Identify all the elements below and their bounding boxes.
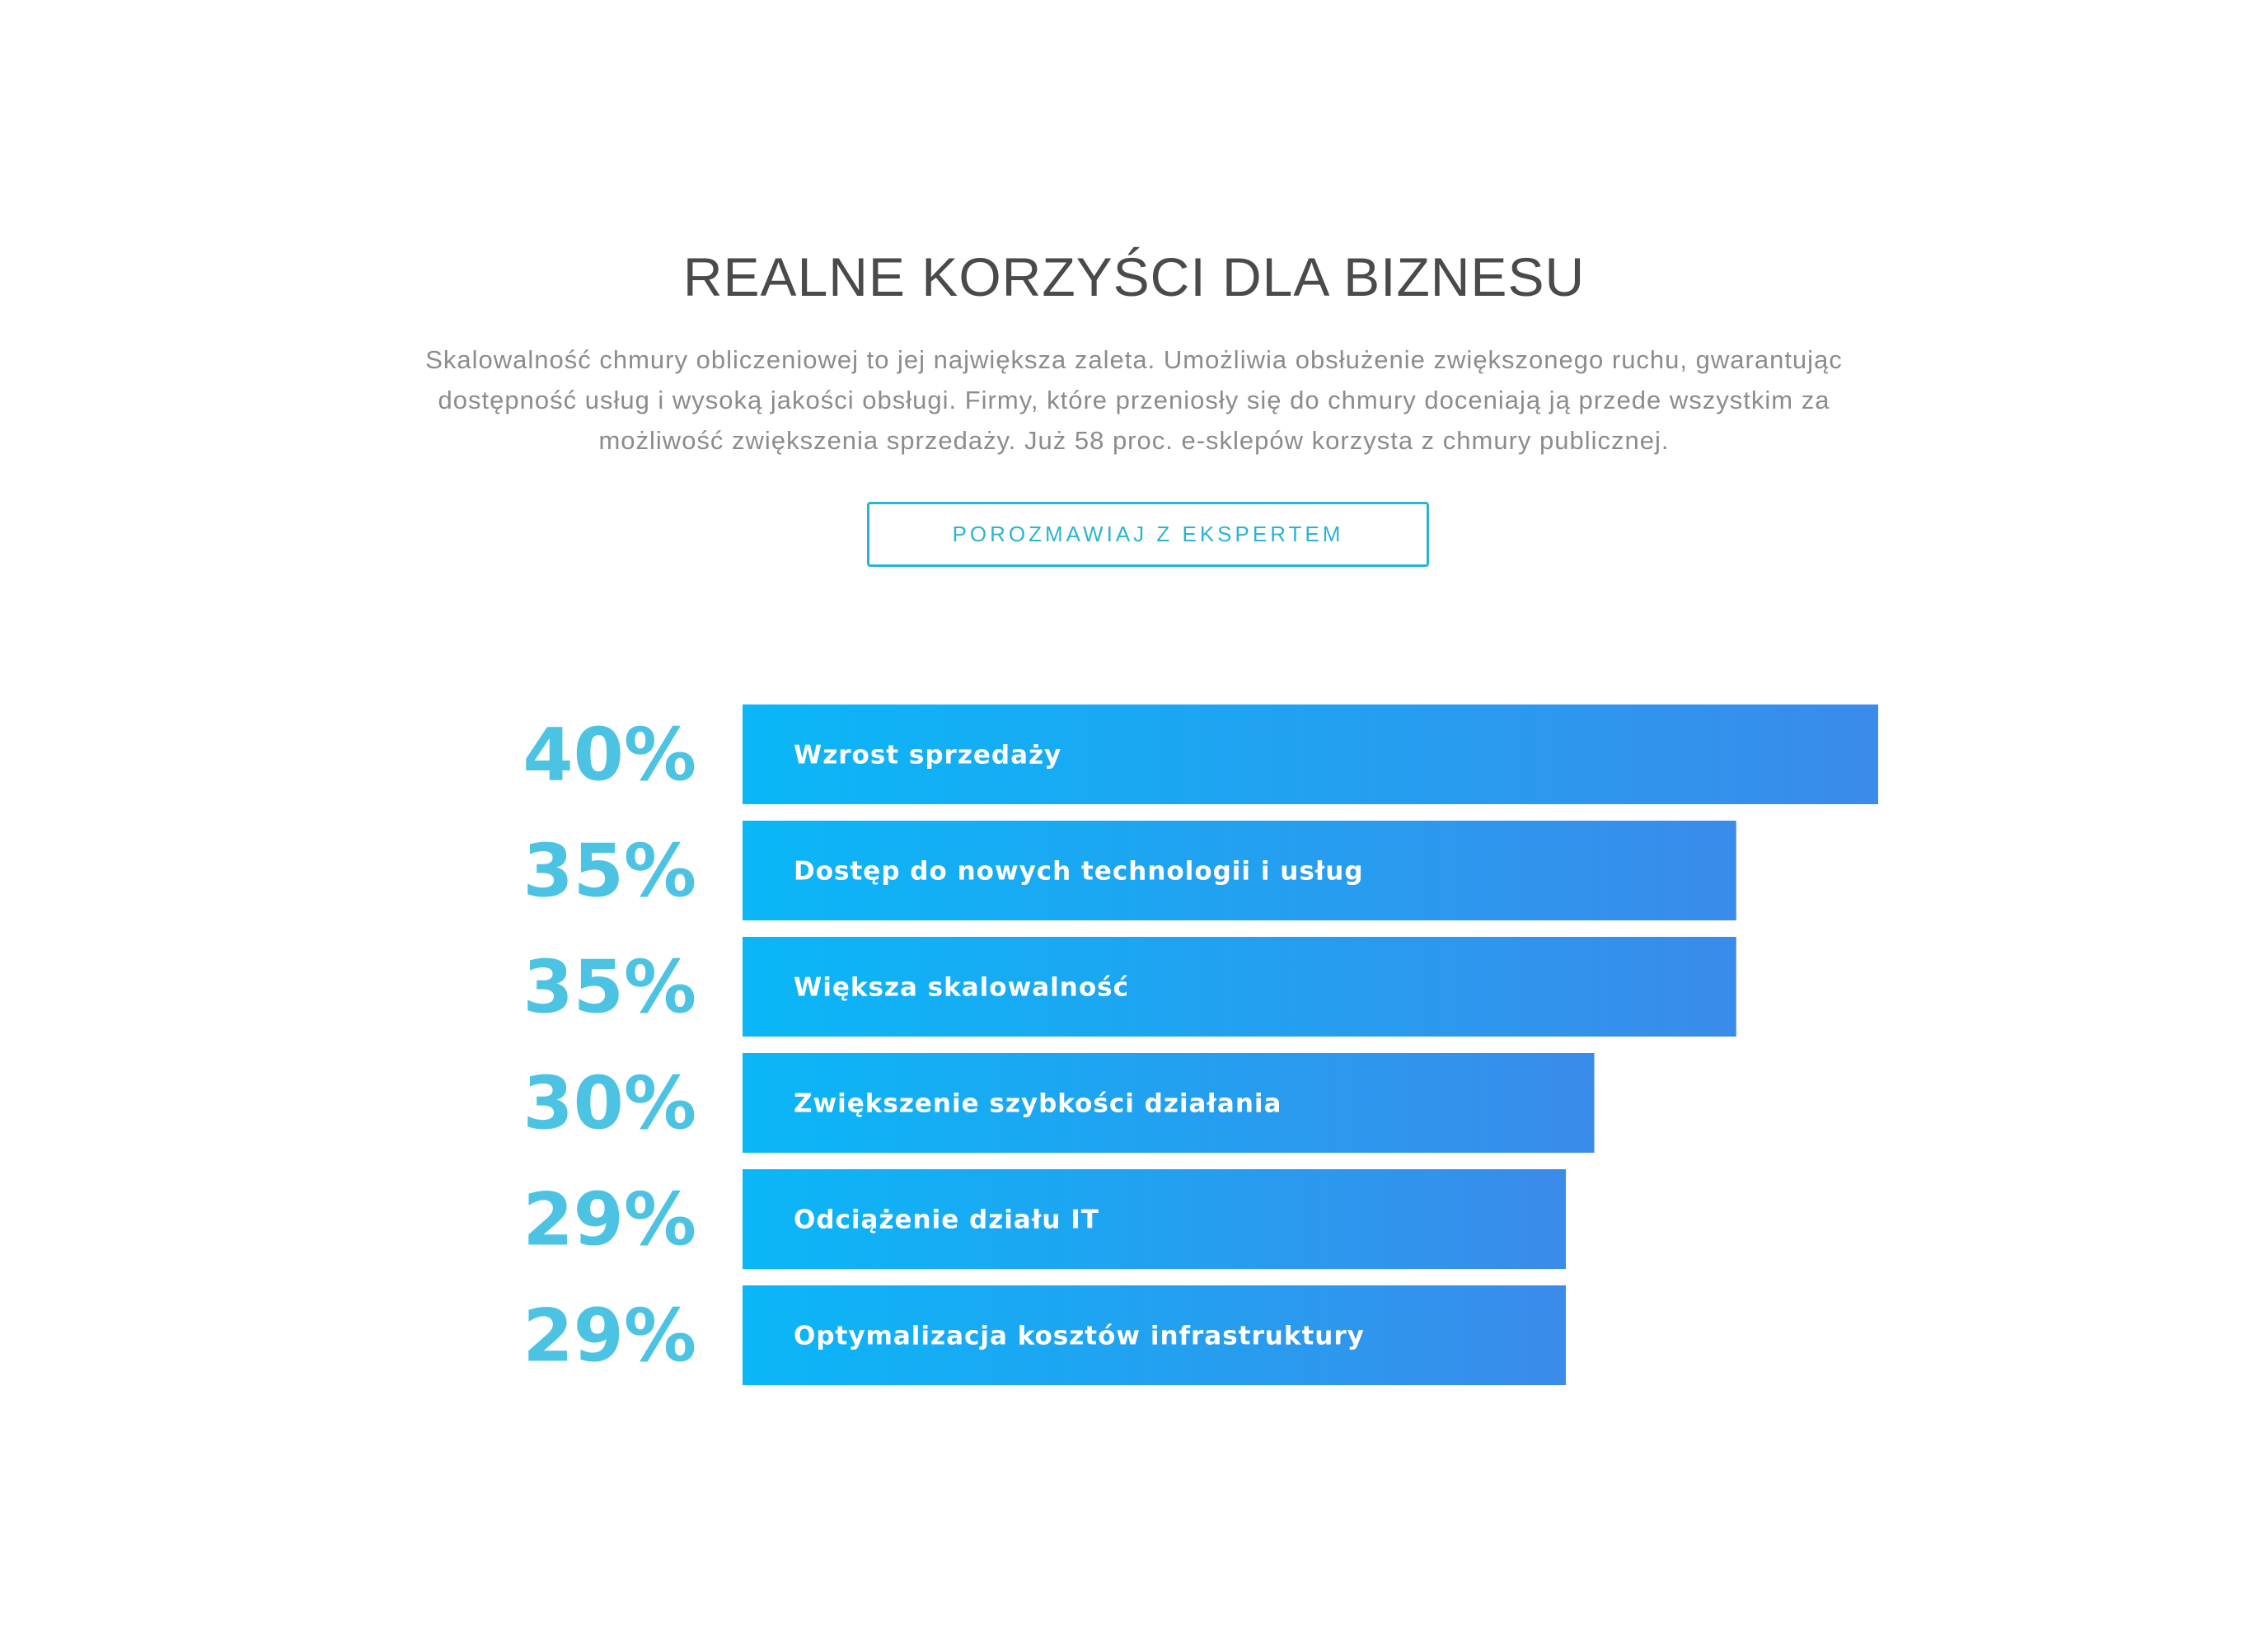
percent-label: 35% bbox=[522, 829, 696, 914]
percent-label: 29% bbox=[522, 1177, 696, 1262]
bar-category-label: Zwiększenie szybkości działania bbox=[794, 1089, 1282, 1119]
bar-category-label: Odciążenie działu IT bbox=[794, 1205, 1099, 1235]
bar-category-label: Dostęp do nowych technologii i usług bbox=[794, 857, 1364, 887]
bar-category-label: Wzrost sprzedaży bbox=[794, 741, 1061, 770]
percent-label: 30% bbox=[522, 1061, 696, 1146]
percent-label: 35% bbox=[522, 945, 696, 1030]
benefits-bar-chart: 40% Wzrost sprzedaży 35% Dostęp do nowych t… bbox=[522, 704, 1878, 1385]
bar-category-label: Optymalizacja kosztów infrastruktury bbox=[794, 1322, 1365, 1351]
bar-row: 29% Odciążenie działu IT bbox=[522, 1169, 1567, 1269]
benefits-section: REALNE KORZYŚCI DLA BIZNESU Skalowalność… bbox=[0, 0, 2268, 1643]
bar-row: 29% Optymalizacja kosztów infrastruktury bbox=[522, 1285, 1567, 1385]
bar-row: 40% Wzrost sprzedaży bbox=[522, 704, 1878, 804]
bar-row: 35% Większa skalowalność bbox=[522, 937, 1736, 1037]
bar-row: 30% Zwiększenie szybkości działania bbox=[522, 1053, 1595, 1153]
percent-label: 40% bbox=[522, 713, 696, 798]
bar-row: 35% Dostęp do nowych technologii i usług bbox=[522, 821, 1736, 920]
bar-category-label: Większa skalowalność bbox=[794, 973, 1129, 1003]
percent-label: 29% bbox=[522, 1294, 696, 1379]
